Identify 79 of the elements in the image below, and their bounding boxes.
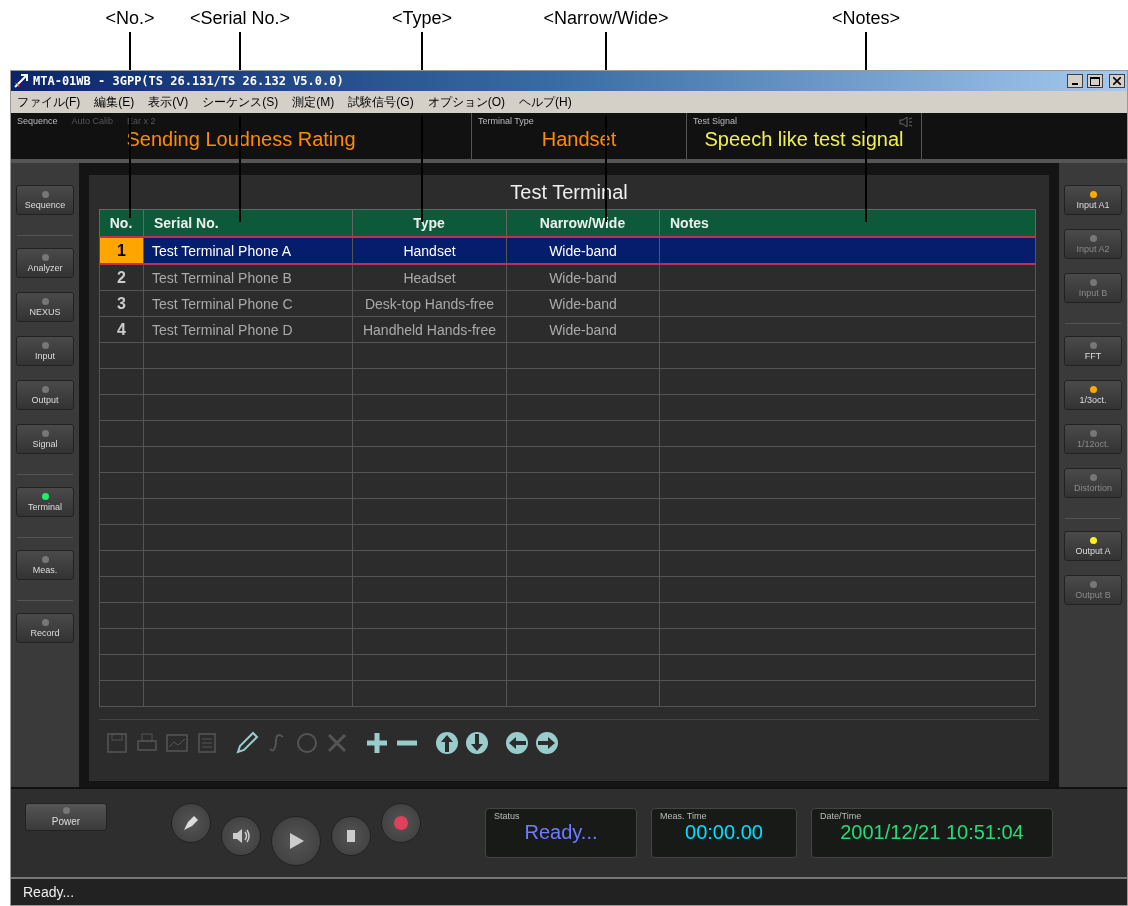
- panel-button[interactable]: Input: [16, 336, 74, 366]
- stop-button[interactable]: [331, 816, 371, 856]
- speaker-icon: [899, 117, 913, 127]
- callout-label: <Notes>: [832, 8, 900, 29]
- table-cell: Wide-band: [549, 242, 617, 259]
- test-signal-value: Speech like test signal: [703, 128, 905, 151]
- table-cell: Wide-band: [549, 321, 617, 338]
- column-header[interactable]: Notes: [659, 209, 1036, 237]
- panel-button[interactable]: Record: [16, 613, 74, 643]
- menu-item[interactable]: 編集(E): [94, 93, 135, 111]
- readout-label: Date/Time: [820, 811, 862, 821]
- app-icon: [13, 73, 29, 89]
- panel-button[interactable]: Analyzer: [16, 248, 74, 278]
- menu-item[interactable]: ファイル(F): [17, 93, 81, 111]
- info-label: Sequence: [17, 116, 58, 126]
- lamp-icon: [62, 807, 70, 814]
- close-button[interactable]: [1109, 74, 1125, 88]
- play-button[interactable]: [271, 816, 321, 866]
- speaker-button[interactable]: [221, 816, 261, 856]
- panel-button[interactable]: Terminal: [16, 487, 74, 517]
- table-cell: 3: [117, 294, 126, 312]
- table-title: Test Terminal: [509, 180, 629, 205]
- table-cell: Handheld Hands-free: [362, 321, 497, 338]
- table-cell: 4: [117, 320, 126, 338]
- callout-label: <Type>: [392, 8, 452, 29]
- readout-value: 00:00.00: [684, 821, 764, 844]
- table-cell: Headset: [403, 269, 456, 286]
- table-cell: 1: [117, 241, 126, 259]
- menu-item[interactable]: シーケンス(S): [202, 93, 279, 111]
- menu-item[interactable]: 表示(V): [148, 93, 189, 111]
- menu-item[interactable]: 試験信号(G): [348, 93, 414, 111]
- table-cell: Handset: [403, 242, 456, 259]
- pen-button[interactable]: [171, 803, 211, 843]
- column-header[interactable]: Serial No.: [143, 209, 353, 237]
- panel-button[interactable]: Sequence: [16, 185, 74, 215]
- readout-value: 2001/12/21 10:51:04: [839, 821, 1025, 844]
- status-text: Ready...: [23, 884, 75, 900]
- callout-label: <Narrow/Wide>: [543, 8, 669, 29]
- pencil-icon[interactable]: [235, 731, 259, 755]
- sequence-name: Sending Loudness Rating: [125, 128, 357, 151]
- column-header[interactable]: Type: [352, 209, 507, 237]
- readout-value: Ready...: [523, 821, 599, 844]
- panel-button[interactable]: Input A1: [1064, 185, 1122, 215]
- table-cell: Wide-band: [549, 269, 617, 286]
- info-label: Test Signal: [693, 116, 738, 126]
- callout-label: <No.>: [105, 8, 155, 29]
- table-cell: 2: [117, 268, 126, 286]
- window-title: MTA-01WB - 3GPP(TS 26.131/TS 26.132 V5.0.0): [33, 74, 345, 88]
- readout-label: Status: [494, 811, 520, 821]
- terminal-type-value: Handset: [540, 128, 618, 151]
- panel-button[interactable]: FFT: [1064, 336, 1122, 366]
- menu-item[interactable]: 測定(M): [292, 93, 335, 111]
- record-button[interactable]: [381, 803, 421, 843]
- panel-button[interactable]: NEXUS: [16, 292, 74, 322]
- panel-button[interactable]: Meas.: [16, 550, 74, 580]
- table-cell: Test Terminal Phone A: [152, 242, 292, 259]
- minimize-button[interactable]: [1067, 74, 1083, 88]
- panel-button[interactable]: 1/3oct.: [1064, 380, 1122, 410]
- table-cell: Test Terminal Phone D: [152, 321, 293, 338]
- table-cell: Test Terminal Phone C: [152, 295, 293, 312]
- column-header[interactable]: Narrow/Wide: [506, 209, 660, 237]
- power-button[interactable]: Power: [25, 803, 107, 831]
- table-cell: Wide-band: [549, 295, 617, 312]
- plus-icon[interactable]: [365, 731, 389, 755]
- table-cell: Test Terminal Phone B: [152, 269, 292, 286]
- maximize-icon: [1090, 76, 1100, 86]
- menu-item[interactable]: ヘルプ(H): [519, 93, 572, 111]
- callout-label: <Serial No.>: [189, 8, 291, 29]
- column-header[interactable]: No.: [99, 209, 144, 237]
- info-label: Auto Calib: [71, 116, 114, 126]
- panel-button[interactable]: Output: [16, 380, 74, 410]
- maximize-button[interactable]: [1087, 74, 1103, 88]
- table-cell: Desk-top Hands-free: [364, 295, 495, 312]
- panel-button[interactable]: Output A: [1064, 531, 1122, 561]
- menu-item[interactable]: オプション(O): [427, 93, 505, 111]
- close-icon: [1113, 77, 1121, 85]
- info-label: Terminal Type: [478, 116, 534, 126]
- readout-label: Meas. Time: [660, 811, 707, 821]
- panel-button[interactable]: Signal: [16, 424, 74, 454]
